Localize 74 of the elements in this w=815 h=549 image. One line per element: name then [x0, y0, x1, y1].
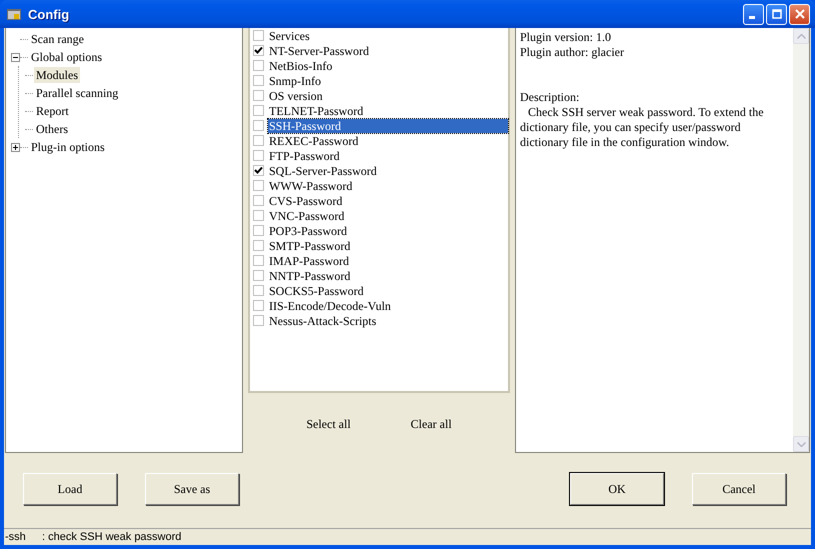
caret-down-icon — [796, 442, 806, 446]
tree-item[interactable]: Scan range — [29, 31, 86, 47]
module-item[interactable]: VNC-Password — [268, 208, 508, 222]
caret-up-icon — [796, 34, 806, 38]
tree-item[interactable]: Others — [34, 121, 70, 137]
checkbox[interactable] — [253, 105, 264, 116]
list-button[interactable]: Select all — [306, 414, 351, 434]
scrollbar[interactable] — [793, 28, 809, 452]
module-item[interactable]: SOCKS5-Password — [268, 284, 508, 298]
checkbox[interactable] — [253, 240, 264, 251]
close-icon — [794, 9, 804, 19]
checkbox[interactable] — [253, 60, 264, 71]
collapse-icon[interactable] — [11, 52, 20, 62]
module-item[interactable]: SMTP-Password — [268, 238, 508, 252]
checkbox[interactable] — [253, 75, 264, 86]
minimize-icon — [748, 16, 754, 19]
checkbox[interactable] — [253, 315, 264, 326]
module-item[interactable]: CVS-Password — [268, 194, 508, 208]
module-item[interactable]: REXEC-Password — [268, 134, 508, 148]
tree-item[interactable]: Report — [34, 103, 71, 119]
module-item[interactable]: SQL-Server-Password — [268, 164, 508, 178]
module-item[interactable]: IMAP-Password — [268, 254, 508, 268]
status-key: -ssh — [5, 531, 42, 543]
module-item[interactable]: FTP-Password — [268, 148, 508, 162]
module-item[interactable]: NetBios-Info — [268, 58, 508, 72]
module-item[interactable]: SSH-Password — [268, 118, 508, 132]
checkbox[interactable] — [253, 90, 264, 101]
description-label: Description: — [520, 90, 580, 105]
description-text: Check SSH server weak password. To extend the dictionary file, you can specify user/password dictionary file in the configuration window. — [520, 105, 765, 150]
scroll-up-button[interactable] — [793, 28, 809, 44]
module-item[interactable]: POP3-Password — [268, 224, 508, 238]
module-item[interactable]: Snmp-Info — [268, 74, 508, 88]
checkbox[interactable] — [253, 210, 264, 221]
checkbox[interactable] — [253, 180, 264, 191]
checkbox[interactable] — [253, 255, 264, 266]
close-button[interactable] — [789, 4, 810, 24]
scroll-down-button[interactable] — [793, 436, 809, 452]
maximize-button[interactable] — [766, 4, 787, 24]
checkbox[interactable] — [253, 300, 264, 311]
dialog-button[interactable]: Cancel — [692, 473, 786, 505]
version-text: Plugin version: 1.0 — [520, 30, 612, 45]
module-item[interactable]: Nessus-Attack-Scripts — [268, 314, 508, 328]
dialog-button[interactable]: Save as — [145, 473, 239, 505]
module-item[interactable]: TELNET-Password — [268, 104, 508, 118]
dialog-button[interactable]: OK — [570, 473, 664, 505]
status-text: : check SSH weak password — [42, 531, 182, 543]
folder-icon — [6, 6, 22, 22]
tree-item[interactable]: Plug-in options — [29, 139, 107, 155]
tree-item[interactable]: Global options — [29, 49, 104, 65]
module-item[interactable]: IIS-Encode/Decode-Vuln — [268, 298, 508, 312]
window-title: Config — [28, 6, 70, 22]
checkbox[interactable] — [253, 225, 264, 236]
checkbox[interactable] — [253, 150, 264, 161]
module-item[interactable]: WWW-Password — [268, 178, 508, 192]
tree-item[interactable]: Parallel scanning — [34, 85, 120, 101]
checkbox[interactable] — [253, 135, 264, 146]
minimize-button[interactable] — [743, 4, 764, 24]
dialog-button[interactable]: Load — [23, 473, 117, 505]
checkbox[interactable] — [253, 120, 264, 131]
author-text: Plugin author: glacier — [520, 45, 625, 60]
checkbox[interactable] — [253, 285, 264, 296]
checkbox[interactable] — [253, 30, 264, 41]
checkbox[interactable] — [253, 45, 264, 56]
module-item[interactable]: NT-Server-Password — [268, 44, 508, 58]
module-item[interactable]: OS version — [268, 88, 508, 102]
checkbox[interactable] — [253, 165, 264, 176]
tree-item[interactable]: Modules — [34, 67, 80, 83]
maximize-icon — [772, 9, 782, 19]
expand-icon[interactable] — [11, 142, 20, 152]
module-item[interactable]: NNTP-Password — [268, 268, 508, 282]
checkbox[interactable] — [253, 195, 264, 206]
checkbox[interactable] — [253, 270, 264, 281]
module-item[interactable]: Services — [268, 28, 508, 42]
list-button[interactable]: Clear all — [410, 414, 452, 434]
